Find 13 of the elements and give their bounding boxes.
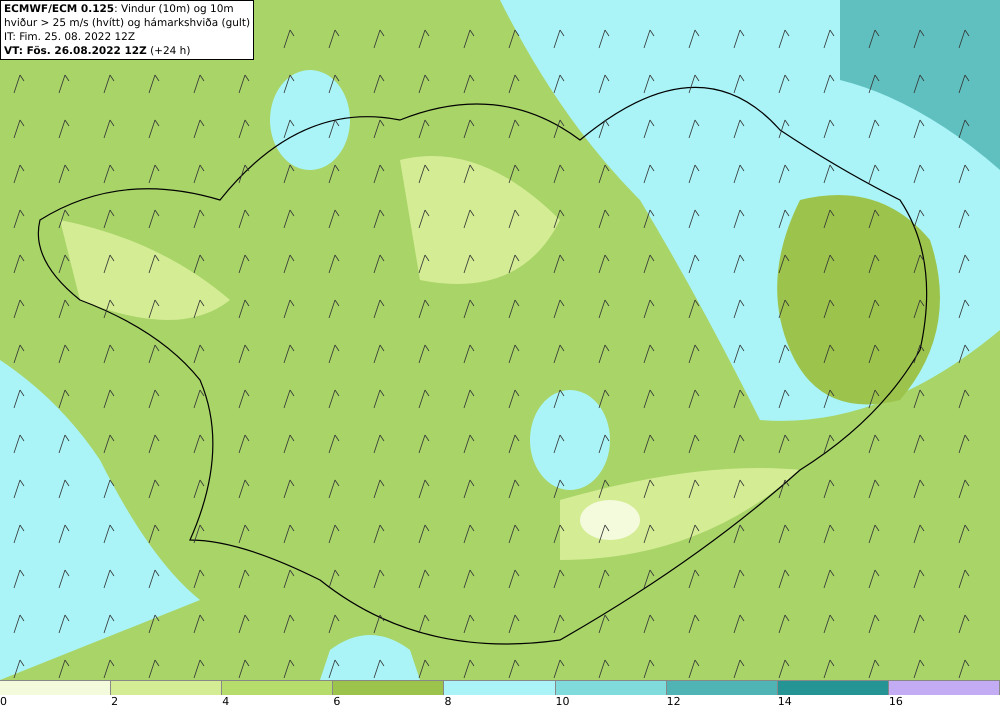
info-line: IT: Fim. 25. 08. 2022 12Z — [4, 30, 136, 44]
legend-label: 6 — [333, 695, 340, 709]
info-line: ECMWF/ECM 0.125: Vindur (10m) og 10m — [4, 2, 235, 16]
legend-label: 12 — [666, 695, 681, 709]
legend-label: 2 — [111, 695, 118, 709]
info-line: VT: Fös. 26.08.2022 12Z (+24 h) — [4, 44, 192, 58]
info-line: hviður > 25 m/s (hvítt) og hámarkshviða (gult) — [4, 16, 250, 30]
legend-label: 4 — [222, 695, 230, 709]
legend-label: 16 — [888, 695, 903, 709]
legend-label: 0 — [0, 695, 7, 709]
legend-label: 8 — [444, 695, 452, 709]
legend-label: 14 — [778, 695, 792, 709]
legend-label: 10 — [556, 695, 570, 709]
